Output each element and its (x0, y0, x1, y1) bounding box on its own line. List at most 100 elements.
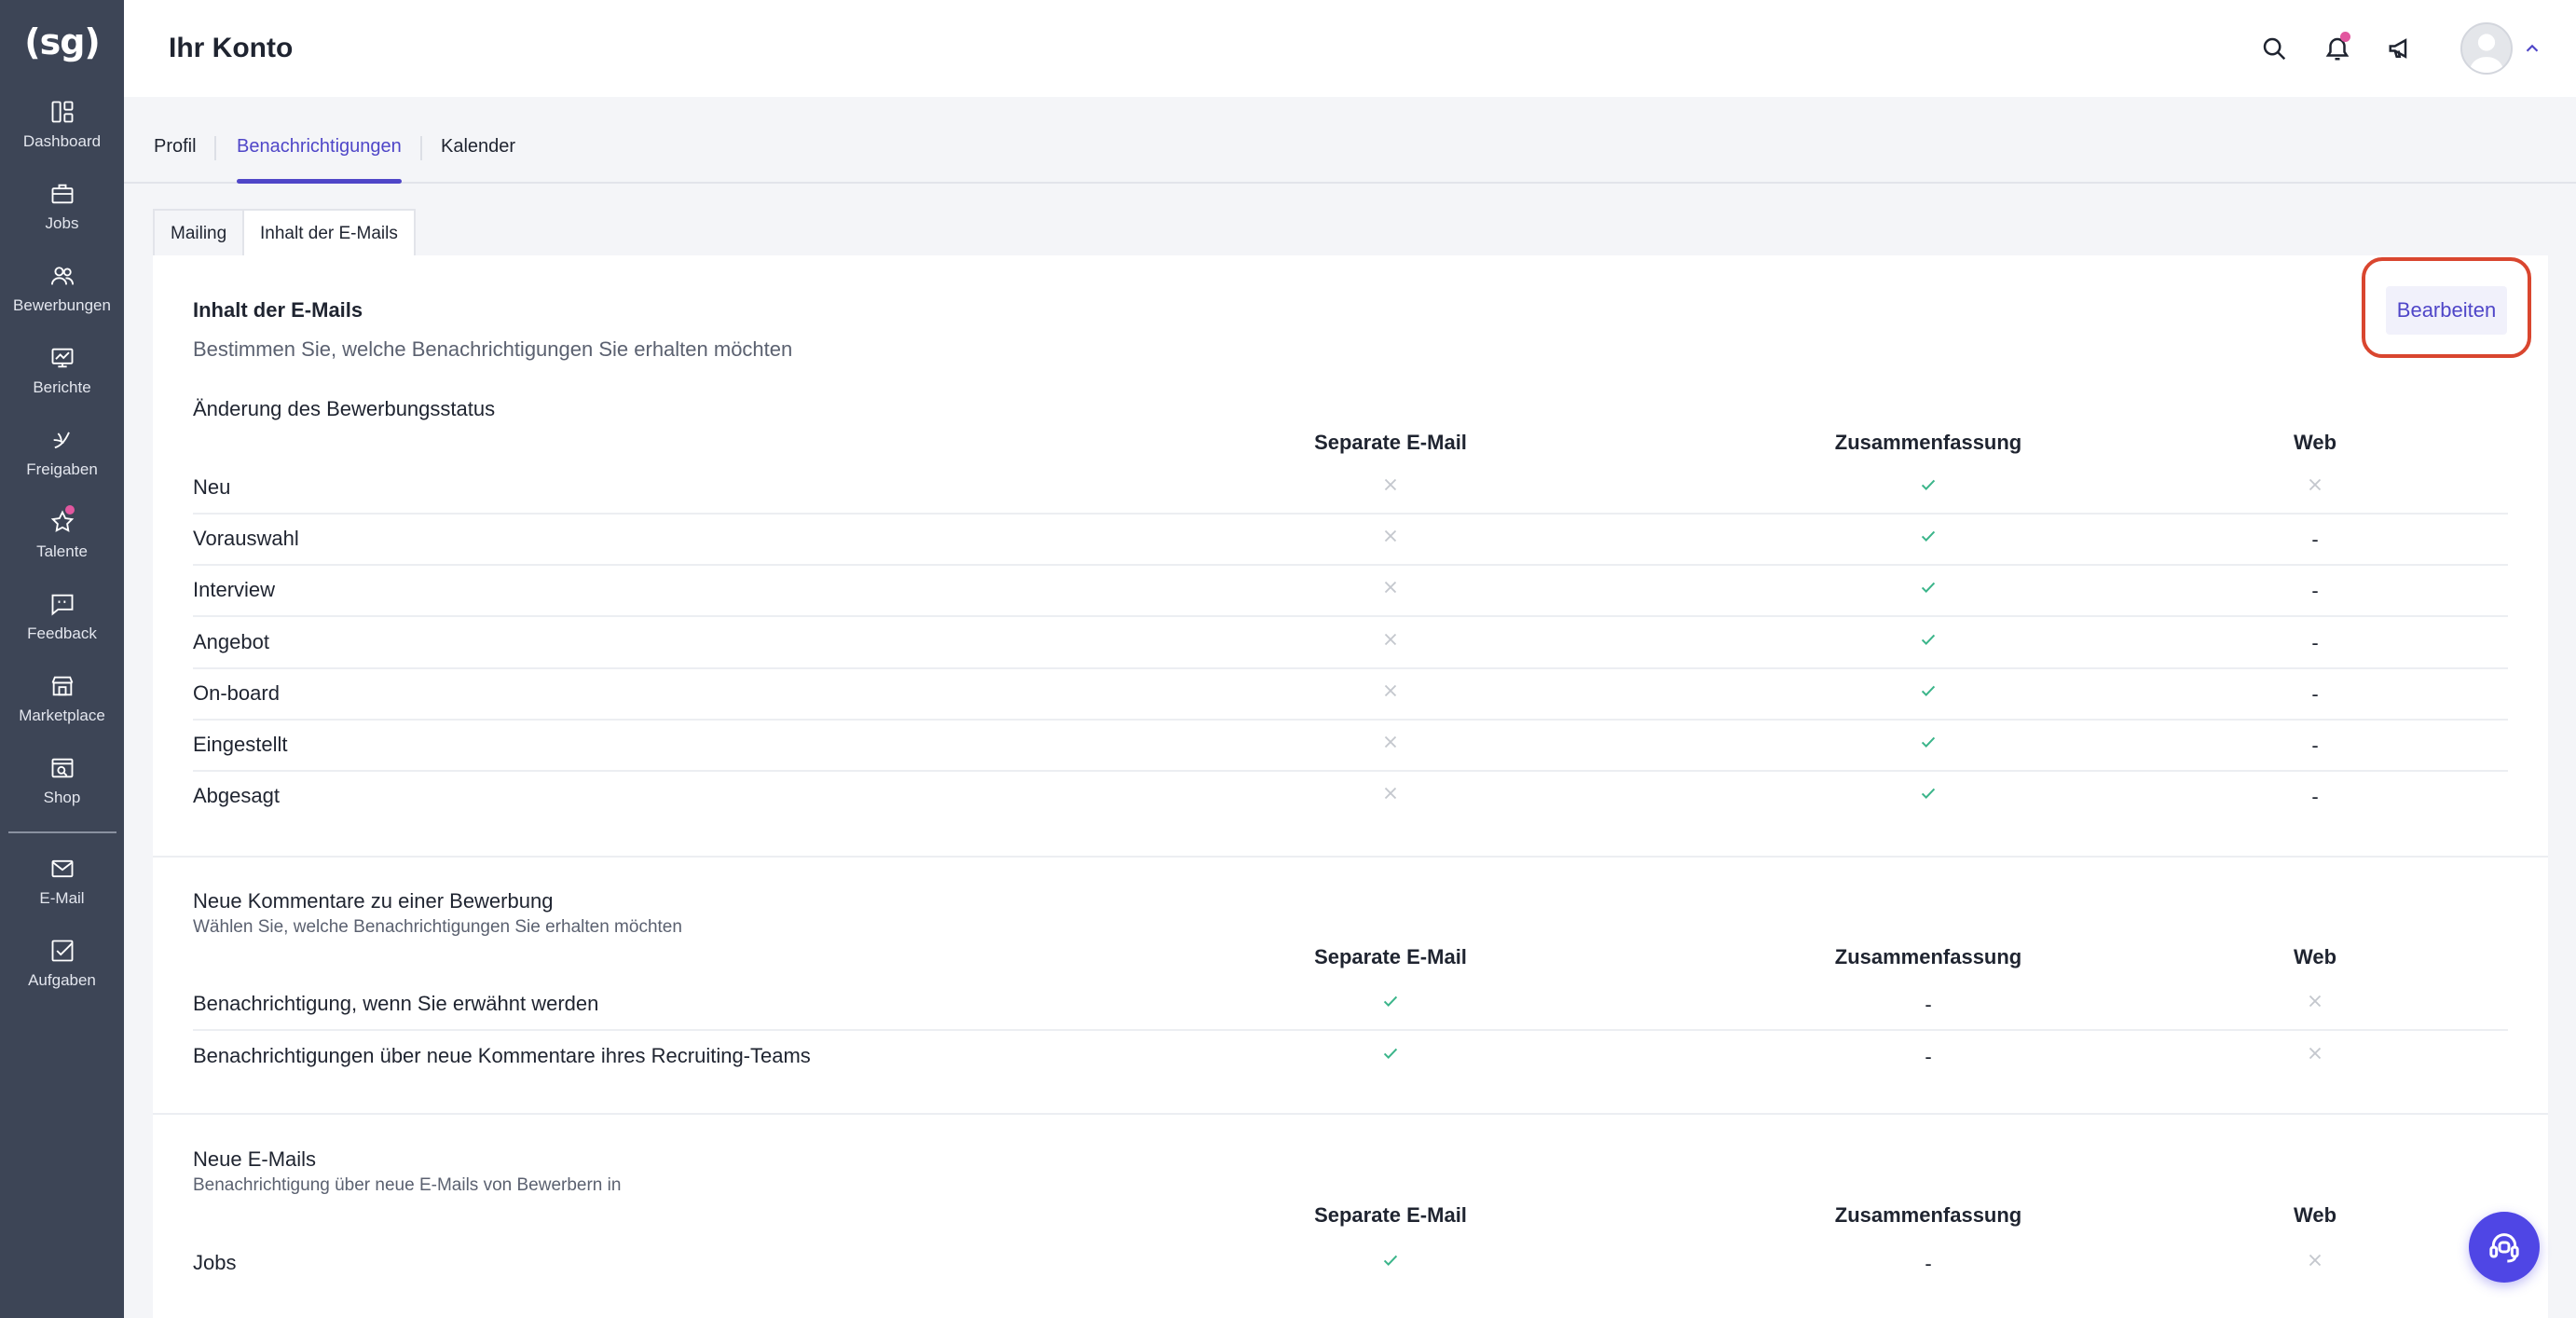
check-icon (1910, 778, 1947, 808)
card-title: Inhalt der E-Mails (193, 298, 363, 322)
subtab-inhalt[interactable]: Inhalt der E-Mails (242, 209, 416, 257)
row-divider (193, 513, 2508, 515)
sidebar: (sg) Dashboard Jobs Bewerbungen Berichte… (0, 0, 124, 1318)
sidebar-item-shop[interactable]: Shop (0, 740, 124, 822)
announcements-button[interactable] (2382, 30, 2419, 67)
sidebar-item-label: Feedback (27, 625, 97, 642)
account-tabs: Profil Benachrichtigungen Kalender (124, 97, 2576, 184)
setting-row-label: Eingestellt (193, 733, 288, 756)
column-header: Web (2293, 945, 2337, 968)
shop-icon (51, 758, 73, 778)
tab-benachrichtigungen[interactable]: Benachrichtigungen (237, 136, 402, 158)
section-divider (153, 856, 2548, 858)
notification-settings-card: Inhalt der E-Mails Bestimmen Sie, welche… (153, 255, 2548, 1318)
avatar[interactable] (2460, 22, 2513, 75)
setting-row-label: Jobs (193, 1251, 237, 1274)
column-header: Zusammenfassung (1834, 945, 2022, 968)
not-available-dash: - (2311, 528, 2319, 552)
column-header: Zusammenfassung (1834, 1203, 2022, 1227)
feedback-icon (51, 594, 73, 616)
sidebar-item-bewerbungen[interactable]: Bewerbungen (0, 248, 124, 330)
sidebar-item-aufgaben[interactable]: Aufgaben (0, 923, 124, 1005)
setting-row-label: Interview (193, 578, 276, 602)
not-available-dash: - (2311, 681, 2319, 706)
column-header: Separate E-Mail (1314, 431, 1467, 454)
user-avatar-icon (2469, 34, 2504, 73)
check-icon (1372, 1245, 1409, 1275)
setting-row-label: Benachrichtigung, wenn Sie erwähnt werde… (193, 992, 599, 1015)
section-subtitle: Wählen Sie, welche Benachrichtigungen Si… (193, 917, 682, 937)
cross-icon (1372, 625, 1409, 654)
column-header: Separate E-Mail (1314, 945, 1467, 968)
section-title: Änderung des Bewerbungsstatus (193, 397, 496, 420)
tab-kalender[interactable]: Kalender (441, 136, 515, 158)
not-available-dash: - (1925, 993, 1932, 1016)
column-header: Zusammenfassung (1834, 431, 2022, 454)
check-icon (1910, 676, 1947, 706)
column-header: Web (2293, 431, 2337, 454)
check-icon (1910, 625, 1947, 654)
sidebar-item-talente[interactable]: Talente (0, 494, 124, 576)
sidebar-item-email[interactable]: E-Mail (0, 841, 124, 923)
notification-badge (2340, 32, 2350, 42)
notifications-button[interactable] (2319, 30, 2356, 67)
sidebar-item-label: E-Mail (39, 889, 85, 907)
sidebar-item-berichte[interactable]: Berichte (0, 330, 124, 412)
top-header: Ihr Konto (124, 0, 2576, 97)
sidebar-item-feedback[interactable]: Feedback (0, 576, 124, 658)
header-actions (2255, 0, 2576, 97)
subtab-mailing[interactable]: Mailing (153, 209, 245, 257)
tab-separator (214, 136, 216, 160)
sidebar-item-label: Dashboard (22, 132, 102, 150)
section-subtitle: Benachrichtigung über neue E-Mails von B… (193, 1175, 622, 1195)
sidebar-item-label: Talente (36, 542, 88, 560)
check-icon (1910, 727, 1947, 757)
notification-badge (63, 503, 76, 516)
sidebar-item-dashboard[interactable]: Dashboard (0, 84, 124, 166)
column-header: Separate E-Mail (1314, 1203, 1467, 1227)
share-icon (53, 432, 70, 449)
column-header: Web (2293, 1203, 2337, 1227)
sidebar-item-freigaben[interactable]: Freigaben (0, 412, 124, 494)
support-chat-button[interactable] (2469, 1212, 2540, 1283)
setting-row-label: Abgesagt (193, 784, 280, 808)
not-available-dash: - (1925, 1252, 1932, 1275)
row-divider (193, 615, 2508, 618)
check-icon (1372, 986, 1409, 1016)
tab-profil[interactable]: Profil (154, 136, 197, 158)
active-tab-indicator (237, 179, 402, 184)
setting-row-label: Benachrichtigungen über neue Kommentare … (193, 1044, 811, 1067)
row-divider (193, 770, 2508, 772)
not-available-dash: - (2311, 734, 2319, 757)
sidebar-item-marketplace[interactable]: Marketplace (0, 658, 124, 740)
sidebar-item-label: Shop (43, 789, 81, 806)
sidebar-item-label: Freigaben (26, 460, 98, 478)
sidebar-item-label: Aufgaben (28, 971, 96, 989)
not-available-dash: - (2311, 630, 2319, 654)
chevron-up-icon[interactable] (2522, 38, 2542, 59)
setting-row-label: Angebot (193, 629, 269, 653)
tab-separator (420, 136, 422, 160)
mail-icon (51, 859, 73, 878)
sidebar-item-label: Berichte (33, 378, 91, 396)
tasks-icon (51, 940, 73, 962)
cross-icon (1372, 521, 1409, 551)
check-icon (1372, 1038, 1409, 1068)
briefcase-icon (51, 184, 73, 204)
row-divider (193, 718, 2508, 721)
dashboard-icon (51, 101, 73, 123)
page-title: Ihr Konto (169, 33, 294, 63)
sidebar-item-jobs[interactable]: Jobs (0, 166, 124, 248)
edit-button[interactable]: Bearbeiten (2386, 286, 2507, 335)
check-icon (1910, 521, 1947, 551)
report-icon (51, 348, 73, 368)
headset-icon (2489, 1233, 2519, 1263)
app-logo[interactable]: (sg) (24, 0, 101, 84)
row-divider (193, 564, 2508, 567)
megaphone-icon (2389, 38, 2407, 59)
sidebar-divider (7, 831, 116, 833)
cross-icon (1372, 676, 1409, 706)
cross-icon (1372, 572, 1409, 602)
search-button[interactable] (2255, 30, 2293, 67)
setting-row-label: Vorauswahl (193, 527, 299, 551)
